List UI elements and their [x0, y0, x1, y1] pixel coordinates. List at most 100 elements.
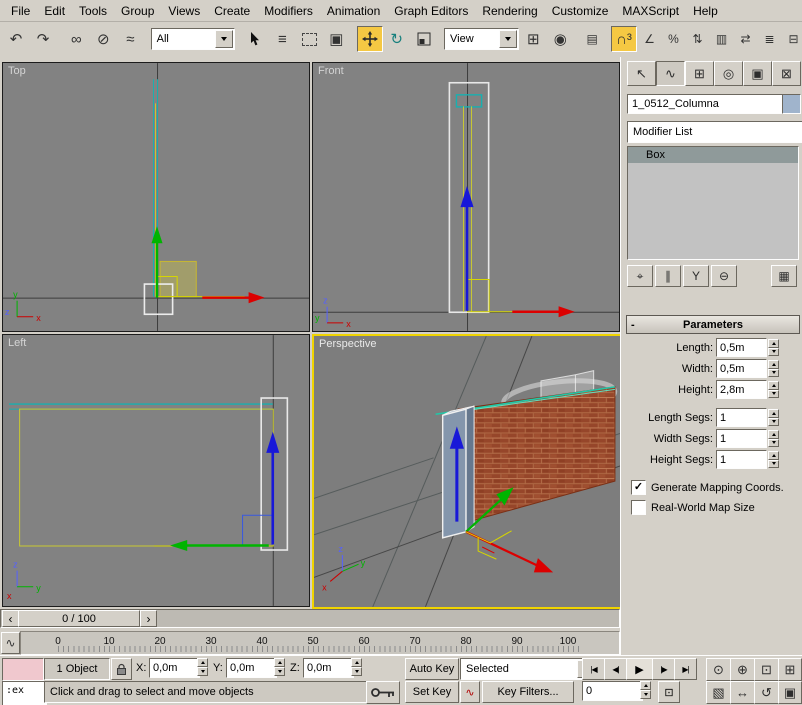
spinner-down[interactable] [768, 418, 779, 427]
spinner-down[interactable] [768, 439, 779, 448]
coord-z-field[interactable]: 0,0m [303, 658, 354, 678]
spinner-up[interactable] [768, 451, 779, 460]
coord-x-field[interactable]: 0,0m [149, 658, 200, 678]
real-world-map-size-checkbox[interactable] [631, 500, 646, 515]
spinner-up[interactable] [768, 360, 779, 369]
named-selection-sets-button[interactable]: ▥ [710, 27, 733, 51]
use-pivot-center-button[interactable]: ⊞ [520, 26, 546, 52]
zoom-all-button[interactable]: ⊕ [730, 658, 755, 681]
key-mode-toggle[interactable]: ⊡ [658, 681, 680, 703]
spinner-down[interactable] [768, 348, 779, 357]
menu-item-group[interactable]: Group [114, 2, 161, 20]
width-segs-field[interactable]: 1 [716, 429, 767, 448]
previous-frame-button[interactable]: ◀| [604, 658, 627, 680]
generate-mapping-coords-checkbox[interactable]: ✓ [631, 480, 646, 495]
snaps-toggle[interactable]: ∩³ [611, 26, 637, 52]
tab-create[interactable]: ↖ [627, 61, 656, 86]
tab-motion[interactable]: ◎ [714, 61, 743, 86]
length-field[interactable]: 0,5m [716, 338, 767, 357]
spinner-up[interactable] [768, 381, 779, 390]
viewport-perspective[interactable]: Perspective [312, 334, 622, 609]
menu-item-create[interactable]: Create [207, 2, 257, 20]
viewport-left[interactable]: Left z y x [2, 334, 310, 607]
layer-manager-button[interactable]: ⊟ [782, 27, 802, 51]
angle-snap-toggle[interactable]: ∠ [638, 27, 661, 51]
coord-y-spinner[interactable] [274, 658, 285, 676]
spinner-down[interactable] [197, 667, 208, 676]
maxscript-mini-listener[interactable]: :ex [2, 681, 47, 705]
coord-y-field[interactable]: 0,0m [226, 658, 277, 678]
configure-modifier-sets-button[interactable]: ▦ [771, 265, 797, 287]
zoom-region-button[interactable]: ▧ [706, 681, 731, 704]
next-frame-button[interactable]: |▶ [652, 658, 675, 680]
time-slider-prev-button[interactable]: ‹ [2, 610, 19, 627]
time-slider-next-button[interactable]: › [140, 610, 157, 627]
undo-button[interactable]: ↶ [3, 26, 29, 52]
select-and-manipulate-button[interactable]: ◉ [547, 26, 573, 52]
track-bar[interactable]: 0 10 20 30 40 50 60 70 80 90 100 [20, 631, 620, 655]
selection-lock-toggle[interactable] [111, 658, 132, 680]
viewport-perspective-label[interactable]: Perspective [319, 338, 376, 350]
select-object-button[interactable] [242, 26, 268, 52]
play-button[interactable]: ▶ [626, 658, 653, 680]
spinner-down[interactable] [351, 667, 362, 676]
width-field[interactable]: 0,5m [716, 359, 767, 378]
length-segs-field[interactable]: 1 [716, 408, 767, 427]
set-keys-button[interactable] [366, 681, 400, 704]
zoom-button[interactable]: ⊙ [706, 658, 731, 681]
zoom-extents-all-button[interactable]: ⊞ [778, 658, 802, 681]
menu-item-modifiers[interactable]: Modifiers [257, 2, 320, 20]
select-and-link-icon[interactable]: ∞ [63, 26, 89, 52]
tab-display[interactable]: ▣ [743, 61, 772, 86]
open-mini-curve-editor-button[interactable]: ∿ [1, 632, 20, 654]
chevron-down-icon[interactable] [499, 30, 517, 48]
mirror-button[interactable]: ⇄ [734, 27, 757, 51]
menu-item-rendering[interactable]: Rendering [475, 2, 544, 20]
height-field[interactable]: 2,8m [716, 380, 767, 399]
menu-item-animation[interactable]: Animation [320, 2, 387, 20]
spinner-snap-toggle[interactable]: ⇅ [686, 27, 709, 51]
go-to-start-button[interactable]: |◀ [582, 658, 605, 680]
height-spinner[interactable] [768, 381, 779, 398]
height-segs-spinner[interactable] [768, 451, 779, 468]
coord-z-spinner[interactable] [351, 658, 362, 676]
menu-item-help[interactable]: Help [686, 2, 725, 20]
spinner-down[interactable] [768, 390, 779, 399]
length-segs-spinner[interactable] [768, 409, 779, 426]
coord-x-spinner[interactable] [197, 658, 208, 676]
select-by-name-button[interactable]: ≡ [269, 26, 295, 52]
unlink-selection-icon[interactable]: ⊘ [90, 26, 116, 52]
modifier-stack-item-box[interactable]: Box [628, 147, 798, 163]
height-segs-field[interactable]: 1 [716, 450, 767, 469]
menu-item-file[interactable]: File [4, 2, 37, 20]
modifier-stack[interactable]: Box [627, 146, 799, 260]
reference-coordinate-dropdown[interactable]: View [444, 28, 519, 50]
menu-item-maxscript[interactable]: MAXScript [615, 2, 686, 20]
make-unique-button[interactable]: Y [683, 265, 709, 287]
spinner-down[interactable] [274, 667, 285, 676]
go-to-end-button[interactable]: ▶| [674, 658, 697, 680]
object-color-swatch[interactable] [782, 94, 801, 114]
width-segs-spinner[interactable] [768, 430, 779, 447]
set-key-button[interactable]: Set Key [405, 681, 459, 703]
macro-recorder-pane[interactable] [2, 658, 44, 681]
align-button[interactable]: ≣ [758, 27, 781, 51]
parameters-rollout-header[interactable]: - Parameters [626, 315, 800, 334]
arc-rotate-button[interactable]: ↺ [754, 681, 779, 704]
current-frame-field[interactable]: 0 [582, 681, 643, 701]
rectangular-selection-region-button[interactable] [296, 26, 322, 52]
select-and-scale-button[interactable] [411, 26, 437, 52]
tab-modify[interactable]: ∿ [656, 61, 685, 86]
new-key-curve-toggle[interactable]: ∿ [460, 681, 480, 703]
window-crossing-toggle[interactable]: ▣ [323, 26, 349, 52]
show-end-result-button[interactable]: ∥ [655, 265, 681, 287]
width-spinner[interactable] [768, 360, 779, 377]
key-filters-button[interactable]: Key Filters... [482, 681, 574, 703]
bind-to-space-warp-icon[interactable]: ≈ [117, 26, 143, 52]
frame-spinner[interactable] [640, 681, 651, 699]
tab-utilities[interactable]: ⊠ [772, 61, 801, 86]
chevron-down-icon[interactable] [215, 30, 233, 48]
spinner-up[interactable] [640, 681, 651, 690]
spinner-up[interactable] [768, 339, 779, 348]
modifier-list-dropdown[interactable]: Modifier List [627, 121, 802, 143]
